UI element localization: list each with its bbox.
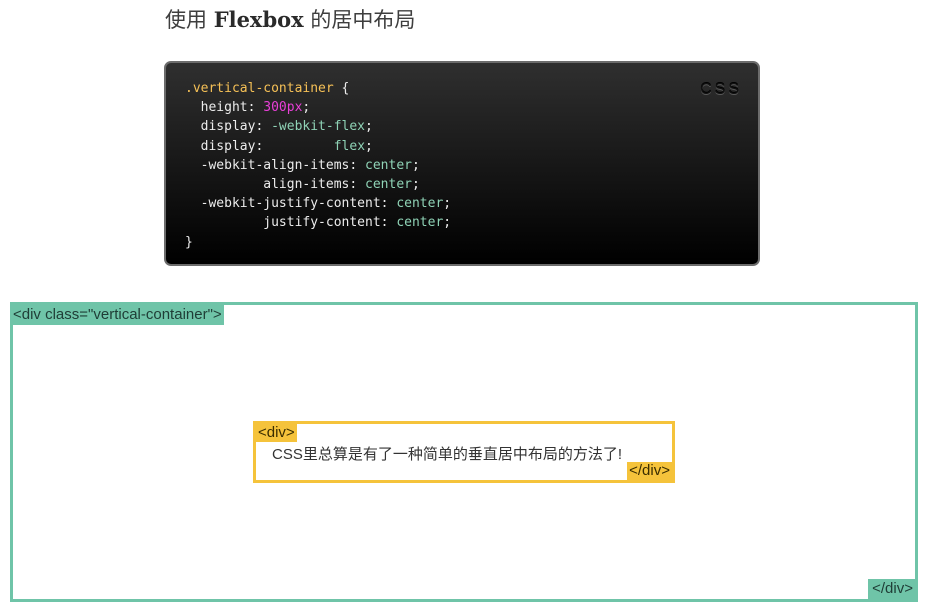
code-line: justify-content: center; [185, 215, 451, 230]
code-token: center [396, 196, 444, 212]
inner-open-tag-label: <div> [256, 424, 297, 442]
code-token: align-items: [185, 177, 366, 193]
code-token: display: [185, 138, 334, 154]
code-token: height: [185, 100, 264, 116]
code-token: ; [411, 177, 420, 193]
heading-prefix: 使用 [165, 8, 214, 32]
outer-close-tag-label: </div> [868, 579, 915, 599]
code-token: -webkit-align-items: [185, 157, 366, 173]
code-token: .vertical-container [185, 81, 334, 96]
code-token: ; [443, 196, 452, 212]
code-content: .vertical-container { height: 300px; dis… [185, 79, 451, 252]
code-line: .vertical-container { [185, 81, 349, 96]
code-line: display: flex; [185, 139, 373, 154]
code-token: ; [302, 100, 311, 116]
heading-suffix: 的居中布局 [303, 8, 416, 32]
code-token: ; [365, 138, 373, 154]
code-language-label: CSS [700, 81, 742, 98]
code-token: center [365, 177, 412, 193]
heading-keyword: Flexbox [213, 7, 304, 32]
code-line: height: 300px; [185, 100, 311, 116]
code-token: -webkit-justify-content: [185, 196, 397, 212]
code-token: display: [185, 119, 272, 135]
code-token: -webkit-flex [271, 119, 366, 135]
code-token: center [365, 157, 412, 173]
code-token: { [333, 81, 350, 96]
code-line: align-items: center; [185, 177, 420, 192]
code-line: -webkit-align-items: center; [185, 158, 420, 173]
outer-open-tag-label: <div class="vertical-container"> [13, 305, 224, 325]
code-token: center [396, 215, 444, 231]
code-token: ; [443, 215, 452, 231]
code-block: CSS .vertical-container { height: 300px;… [164, 61, 760, 266]
code-token: ; [365, 119, 373, 135]
code-token: justify-content: [185, 215, 397, 231]
section-heading: 使用 Flexbox 的居中布局 [165, 4, 415, 34]
code-token: } [185, 234, 193, 250]
inner-close-tag-label: </div> [627, 462, 672, 480]
code-token: 300px [263, 100, 303, 116]
code-token: ; [411, 157, 420, 173]
centered-text: CSS里总算是有了一种简单的垂直居中布局的方法了! [272, 446, 623, 463]
code-line: display: -webkit-flex; [185, 119, 373, 134]
centered-box-demo: <div> CSS里总算是有了一种简单的垂直居中布局的方法了! </div> [253, 421, 675, 483]
code-line: } [185, 235, 193, 250]
code-line: -webkit-justify-content: center; [185, 196, 451, 211]
code-token: flex [333, 138, 366, 154]
